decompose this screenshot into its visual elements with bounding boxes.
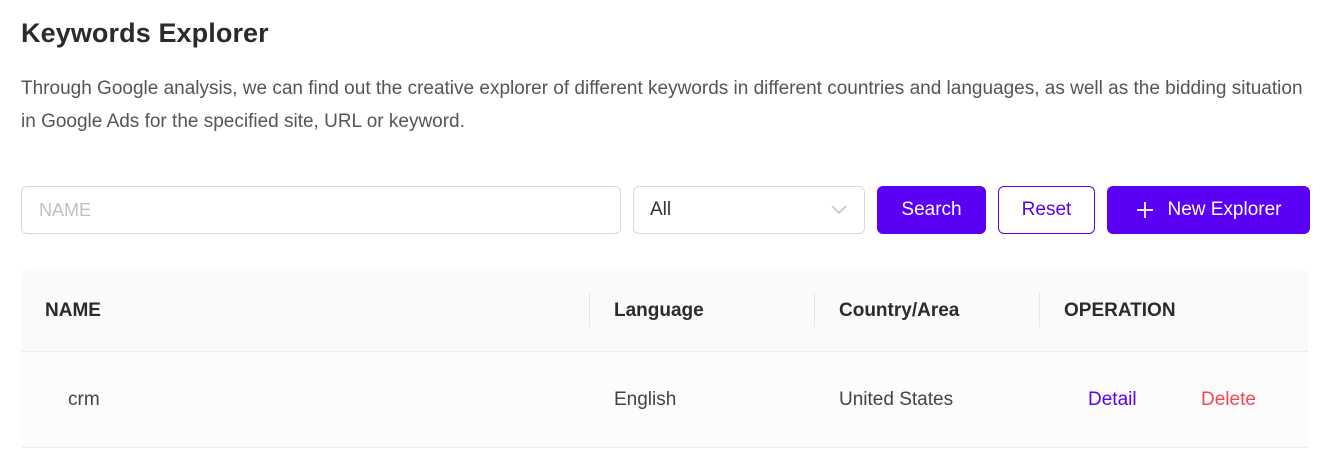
- keywords-explorer-page: Keywords Explorer Through Google analysi…: [0, 0, 1332, 459]
- search-button-label: Search: [901, 199, 962, 220]
- column-header-operation: OPERATION: [1064, 299, 1176, 321]
- reset-button-label: Reset: [1021, 199, 1072, 220]
- page-description: Through Google analysis, we can find out…: [21, 78, 1303, 132]
- column-divider: [1039, 293, 1040, 327]
- column-header-country: Country/Area: [839, 299, 960, 321]
- search-button[interactable]: Search: [877, 186, 986, 234]
- column-divider: [589, 293, 590, 327]
- detail-link[interactable]: Detail: [1088, 352, 1137, 448]
- plus-icon: [1135, 200, 1155, 220]
- explorer-table: NAME Language Country/Area OPERATION crm…: [21, 269, 1308, 448]
- column-header-language: Language: [614, 299, 704, 321]
- cell-language: English: [614, 389, 677, 410]
- new-explorer-button-label: New Explorer: [1167, 199, 1282, 220]
- delete-link[interactable]: Delete: [1201, 352, 1256, 448]
- page-title: Keywords Explorer: [21, 18, 269, 48]
- filter-select[interactable]: All: [633, 186, 865, 234]
- filter-select-value: All: [650, 199, 672, 220]
- table-header: NAME Language Country/Area OPERATION: [21, 269, 1308, 352]
- cell-name: crm: [68, 389, 100, 410]
- reset-button[interactable]: Reset: [998, 186, 1095, 234]
- new-explorer-button[interactable]: New Explorer: [1107, 186, 1310, 234]
- cell-country: United States: [839, 389, 954, 410]
- table-row: crm English United States Detail Delete: [21, 352, 1308, 448]
- name-search-input[interactable]: [21, 186, 621, 234]
- column-header-name: NAME: [45, 299, 101, 321]
- chevron-down-icon: [830, 201, 848, 219]
- column-divider: [814, 293, 815, 327]
